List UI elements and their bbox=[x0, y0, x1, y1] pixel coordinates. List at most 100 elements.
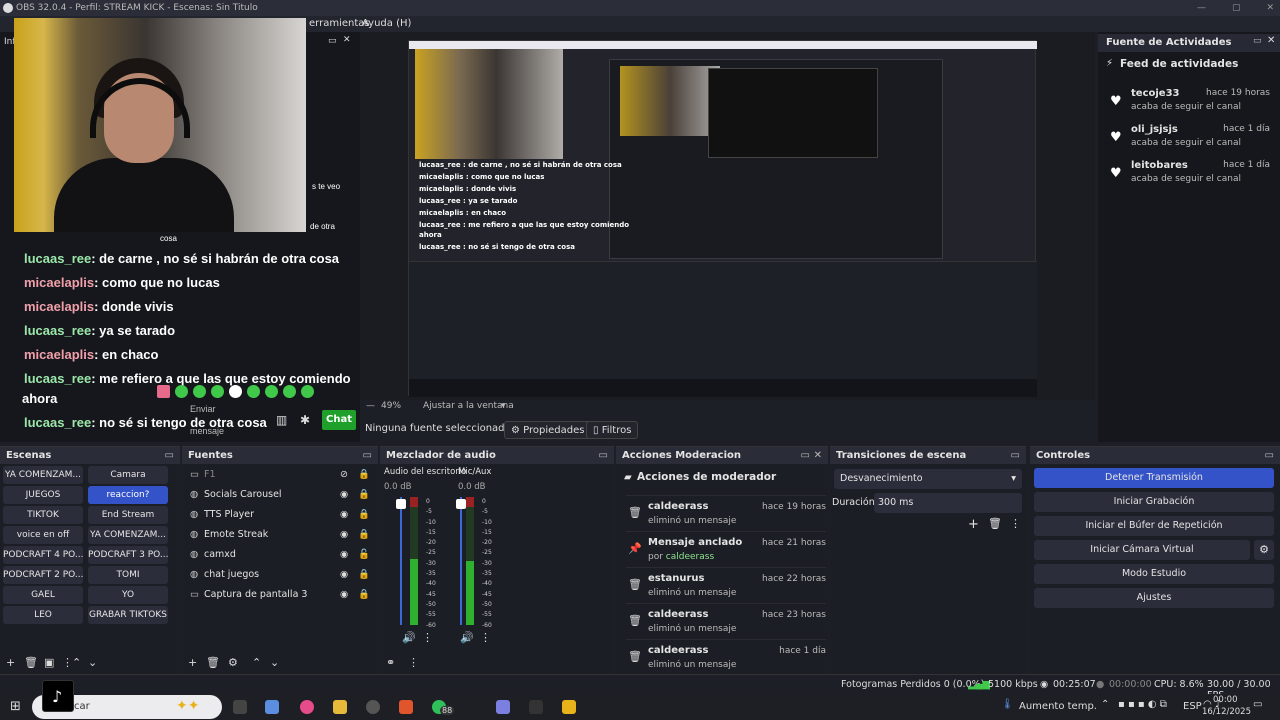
more-icon[interactable]: ⋮ bbox=[480, 631, 491, 644]
tray-icons[interactable]: ▪ ▪ ▪ ◐ ⧉ bbox=[1118, 699, 1167, 710]
unlock-icon[interactable]: 🔓 bbox=[358, 546, 370, 564]
volume-handle[interactable] bbox=[456, 499, 466, 509]
arrow-up-icon[interactable]: ⌃ bbox=[252, 656, 261, 669]
obs-taskbar-icon[interactable] bbox=[366, 700, 380, 714]
eye-hidden-icon[interactable]: ⊘ bbox=[340, 466, 348, 484]
lock-icon[interactable]: 🔒 bbox=[358, 466, 370, 484]
add-icon[interactable]: + bbox=[6, 656, 15, 669]
eye-icon[interactable]: ◉ bbox=[340, 566, 348, 584]
add-icon[interactable]: + bbox=[188, 656, 197, 669]
scene-item[interactable]: PODCRAFT 2 PO... bbox=[3, 566, 83, 584]
eye-icon[interactable]: ◉ bbox=[340, 546, 348, 564]
program-preview[interactable]: lucaas_ree : de carne , no sé si habrán … bbox=[408, 40, 1037, 397]
scene-item[interactable]: TIKTOK bbox=[3, 506, 83, 524]
lock-icon[interactable]: 🔒 bbox=[358, 526, 370, 544]
transition-select[interactable]: Desvanecimiento ▾ bbox=[834, 469, 1022, 489]
menu-tools[interactable]: erramientas bbox=[309, 16, 370, 32]
scene-item[interactable]: TOMI bbox=[88, 566, 168, 584]
scene-item[interactable]: JUEGOS bbox=[3, 486, 83, 504]
dock-float-icon[interactable]: ▭ bbox=[801, 447, 810, 464]
send-label[interactable]: Enviar bbox=[190, 404, 216, 414]
volume-slider[interactable] bbox=[400, 497, 402, 625]
scene-item[interactable]: YA COMENZAM... bbox=[88, 526, 168, 544]
filter-icon[interactable]: ▣ bbox=[44, 656, 54, 669]
chat-send-button[interactable]: Chat bbox=[322, 410, 356, 430]
discord-icon[interactable] bbox=[496, 700, 510, 714]
scene-item[interactable]: YO bbox=[88, 586, 168, 604]
gear-icon[interactable]: ⚙ bbox=[1254, 540, 1274, 560]
lock-icon[interactable]: 🔒 bbox=[358, 586, 370, 604]
language[interactable]: ESP bbox=[1183, 701, 1202, 712]
trash-icon[interactable]: 🗑 bbox=[24, 656, 38, 669]
chevron-down-icon[interactable]: ▾ bbox=[501, 401, 506, 411]
source-item[interactable]: ◍ Emote Streak ◉ 🔒 bbox=[190, 526, 370, 544]
source-item[interactable]: ◍ Socials Carousel ◉ 🔒 bbox=[190, 486, 370, 504]
brave-icon[interactable] bbox=[399, 700, 413, 714]
dock-close-icon[interactable]: ✕ bbox=[1267, 35, 1275, 46]
store-icon[interactable] bbox=[265, 700, 279, 714]
scene-item[interactable]: GRABAR TIKTOKS bbox=[88, 606, 168, 624]
scene-item-selected[interactable]: reaccion? bbox=[88, 486, 168, 504]
folder-icon[interactable] bbox=[333, 700, 347, 714]
scene-item[interactable]: PODCRAFT 4 PO... bbox=[3, 546, 83, 564]
scene-item[interactable]: voice en off bbox=[3, 526, 83, 544]
source-item[interactable]: ◍ TTS Player ◉ 🔒 bbox=[190, 506, 370, 524]
replay-buffer-button[interactable]: Iniciar el Búfer de Repetición bbox=[1034, 516, 1274, 536]
volume-handle[interactable] bbox=[396, 499, 406, 509]
clock-date[interactable]: 16/12/2025 bbox=[1202, 707, 1251, 717]
settings-icon[interactable]: ✱ bbox=[300, 413, 310, 427]
settings-button[interactable]: Ajustes bbox=[1034, 588, 1274, 608]
message-placeholder[interactable]: mensaje bbox=[190, 426, 224, 436]
clock-time[interactable]: 00:00 bbox=[1213, 695, 1238, 705]
source-item[interactable]: ▭ F1 ⊘ 🔒 bbox=[190, 466, 370, 484]
zoom-minus-icon[interactable]: — bbox=[366, 401, 375, 411]
app-icon[interactable] bbox=[562, 700, 576, 714]
scene-item[interactable]: GAEL bbox=[3, 586, 83, 604]
source-item[interactable]: ◍ chat juegos ◉ 🔒 bbox=[190, 566, 370, 584]
link-icon[interactable]: ⚭ bbox=[386, 656, 395, 669]
scene-item[interactable]: LEO bbox=[3, 606, 83, 624]
zoom-level[interactable]: 49% bbox=[381, 401, 401, 411]
trash-icon[interactable]: 🗑 bbox=[206, 656, 220, 669]
lock-icon[interactable]: 🔒 bbox=[358, 566, 370, 584]
more-icon[interactable]: ⋮ bbox=[1010, 517, 1021, 530]
eye-icon[interactable]: ◉ bbox=[340, 486, 348, 504]
dock-float-icon[interactable]: ▭ bbox=[363, 447, 372, 464]
source-item[interactable]: ◍ camxd ◉ 🔓 bbox=[190, 546, 370, 564]
menu-help[interactable]: Ayuda (H) bbox=[362, 16, 411, 32]
more-icon[interactable]: ⋮ bbox=[408, 656, 419, 669]
minimize-icon[interactable]: — bbox=[1197, 0, 1206, 16]
source-item[interactable]: ▭ Captura de pantalla 3 ◉ 🔒 bbox=[190, 586, 370, 604]
eye-icon[interactable]: ◉ bbox=[340, 526, 348, 544]
arrow-down-icon[interactable]: ⌄ bbox=[270, 656, 279, 669]
studio-mode-button[interactable]: Modo Estudio bbox=[1034, 564, 1274, 584]
arrow-up-icon[interactable]: ⌃ bbox=[72, 656, 81, 669]
eye-icon[interactable]: ◉ bbox=[340, 506, 348, 524]
dock-float-icon[interactable]: ▭ bbox=[1253, 36, 1262, 46]
dock-close-icon[interactable]: ✕ bbox=[814, 447, 822, 464]
properties-button[interactable]: ⚙ Propiedades bbox=[504, 421, 592, 439]
eye-icon[interactable]: ◉ bbox=[340, 586, 348, 604]
more-icon[interactable]: ⋮ bbox=[422, 631, 433, 644]
epic-icon[interactable] bbox=[529, 700, 543, 714]
tray-chevron-icon[interactable]: ⌃ bbox=[1101, 699, 1109, 710]
app-icon[interactable] bbox=[300, 700, 314, 714]
dock-float-icon[interactable]: ▭ bbox=[165, 447, 174, 464]
lock-icon[interactable]: 🔒 bbox=[358, 486, 370, 504]
scene-item[interactable]: Camara bbox=[88, 466, 168, 484]
gift-icon[interactable]: ▥ bbox=[276, 413, 287, 427]
gear-icon[interactable]: ⚙ bbox=[228, 656, 238, 669]
dock-float-icon[interactable]: ▭ bbox=[1011, 447, 1020, 464]
dock-float-icon[interactable]: ▭ bbox=[599, 447, 608, 464]
maximize-icon[interactable]: ▢ bbox=[1232, 0, 1241, 16]
dock-close-icon[interactable]: ✕ bbox=[343, 35, 351, 45]
filters-button[interactable]: ▯ Filtros bbox=[586, 421, 639, 439]
scene-item[interactable]: PODCRAFT 3 PO... bbox=[88, 546, 168, 564]
virtual-camera-button[interactable]: Iniciar Cámara Virtual bbox=[1034, 540, 1250, 560]
notification-icon[interactable]: ▭ bbox=[1253, 699, 1262, 710]
speaker-icon[interactable]: 🔊 bbox=[402, 631, 416, 644]
lock-icon[interactable]: 🔒 bbox=[358, 506, 370, 524]
arrow-down-icon[interactable]: ⌄ bbox=[88, 656, 97, 669]
trash-icon[interactable]: 🗑 bbox=[988, 517, 1002, 530]
start-recording-button[interactable]: Iniciar Grabación bbox=[1034, 492, 1274, 512]
